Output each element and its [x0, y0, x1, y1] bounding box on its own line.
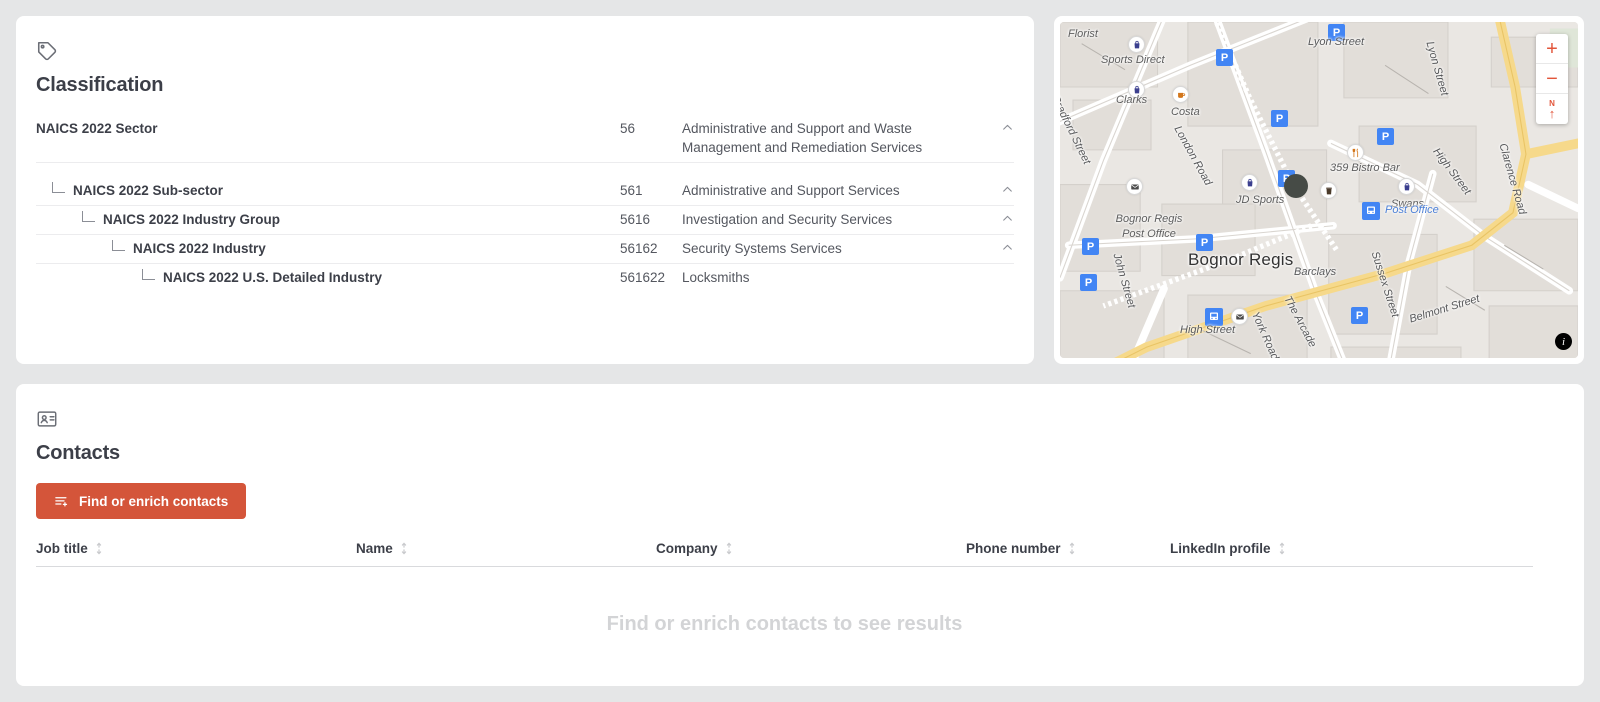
top-row: Classification NAICS 2022 Sector 56 Admi… — [16, 16, 1584, 364]
classification-row-label: NAICS 2022 Industry — [36, 239, 620, 258]
tree-elbow-icon — [142, 269, 155, 280]
classification-code: 561 — [620, 183, 643, 198]
shopping-bag-icon[interactable] — [1128, 36, 1145, 53]
column-header-name[interactable]: Name — [356, 541, 656, 556]
map-zoom-in-button[interactable]: + — [1536, 34, 1568, 64]
column-header-label: Company — [656, 541, 718, 556]
sort-icon[interactable] — [1068, 542, 1076, 555]
contacts-card: Contacts Find or enrich contacts Job tit… — [16, 384, 1584, 686]
classification-description: Locksmiths — [682, 270, 750, 285]
sort-icon[interactable] — [95, 542, 103, 555]
map-compass-button[interactable]: N ↑ — [1536, 94, 1568, 124]
sort-icon[interactable] — [1278, 542, 1286, 555]
classification-description: Administrative and Support and Waste Man… — [682, 121, 923, 155]
parking-marker[interactable]: P — [1351, 307, 1368, 324]
tag-icon — [36, 40, 58, 62]
map-info-icon[interactable]: i — [1555, 333, 1572, 350]
classification-row-label: NAICS 2022 Sub-sector — [36, 181, 620, 200]
contact-card-icon — [36, 408, 58, 430]
column-header-label: LinkedIn profile — [1170, 541, 1271, 556]
classification-row-label: NAICS 2022 Industry Group — [36, 210, 620, 229]
contacts-table: Job title Name Company Phone number Link… — [36, 541, 1533, 636]
column-header-label: Name — [356, 541, 393, 556]
list-plus-icon — [54, 494, 69, 509]
classification-code: 56162 — [620, 241, 658, 256]
map-card[interactable]: P P P P P P P P P — [1054, 16, 1584, 364]
column-header-phone-number[interactable]: Phone number — [966, 541, 1170, 556]
selected-location-marker[interactable] — [1284, 174, 1308, 198]
parking-marker[interactable]: P — [1216, 49, 1233, 66]
parking-marker[interactable]: P — [1271, 110, 1288, 127]
mail-icon[interactable] — [1126, 178, 1143, 195]
classification-level-name: NAICS 2022 Sector — [36, 121, 158, 136]
classification-row[interactable]: NAICS 2022 Sub-sector 561 Administrative… — [36, 177, 1014, 206]
classification-level-name: NAICS 2022 Sub-sector — [73, 183, 224, 198]
classification-level-name: NAICS 2022 U.S. Detailed Industry — [163, 270, 383, 285]
page-title: Classification — [36, 74, 164, 96]
tree-elbow-icon — [52, 182, 65, 193]
chevron-placeholder — [992, 268, 1014, 270]
column-header-label: Phone number — [966, 541, 1061, 556]
waste-basket-icon[interactable] — [1320, 182, 1337, 199]
parking-marker[interactable]: P — [1080, 274, 1097, 291]
shopping-bag-icon[interactable] — [1241, 174, 1258, 191]
classification-row[interactable]: NAICS 2022 Industry 56162 Security Syste… — [36, 235, 1014, 264]
sort-icon[interactable] — [400, 542, 408, 555]
contacts-title: Contacts — [36, 442, 120, 464]
chevron-up-icon[interactable] — [992, 119, 1014, 134]
map-canvas[interactable]: P P P P P P P P P — [1060, 22, 1578, 358]
classification-description: Security Systems Services — [682, 241, 842, 256]
classification-row[interactable]: NAICS 2022 Industry Group 5616 Investiga… — [36, 206, 1014, 235]
shopping-bag-icon[interactable] — [1128, 81, 1145, 98]
column-header-job-title[interactable]: Job title — [36, 541, 356, 556]
compass-arrow-icon: ↑ — [1548, 106, 1556, 121]
classification-code: 5616 — [620, 212, 651, 227]
column-header-company[interactable]: Company — [656, 541, 966, 556]
map-zoom-out-button[interactable]: − — [1536, 64, 1568, 94]
bus-stop-marker[interactable] — [1362, 202, 1380, 220]
bus-stop-marker[interactable] — [1205, 308, 1223, 326]
classification-row-label: NAICS 2022 U.S. Detailed Industry — [36, 268, 620, 287]
sort-icon[interactable] — [725, 542, 733, 555]
chevron-up-icon[interactable] — [992, 210, 1014, 225]
classification-level-name: NAICS 2022 Industry — [133, 241, 266, 256]
column-header-linkedin-profile[interactable]: LinkedIn profile — [1170, 541, 1533, 556]
shopping-bag-icon[interactable] — [1398, 178, 1415, 195]
classification-level-name: NAICS 2022 Industry Group — [103, 212, 281, 227]
parking-marker[interactable]: P — [1377, 128, 1394, 145]
classification-row-label: NAICS 2022 Sector — [36, 119, 620, 138]
parking-marker[interactable]: P — [1328, 24, 1345, 41]
contacts-empty-state: Find or enrich contacts to see results — [606, 613, 963, 635]
page-root: Classification NAICS 2022 Sector 56 Admi… — [0, 0, 1600, 702]
find-or-enrich-contacts-label: Find or enrich contacts — [79, 493, 229, 509]
mail-icon[interactable] — [1231, 308, 1248, 325]
tree-elbow-icon — [112, 240, 125, 251]
chevron-up-icon[interactable] — [992, 239, 1014, 254]
tree-elbow-icon — [82, 211, 95, 222]
classification-code: 56 — [620, 121, 636, 136]
classification-card: Classification NAICS 2022 Sector 56 Admi… — [16, 16, 1034, 364]
classification-row[interactable]: NAICS 2022 Sector 56 Administrative and … — [36, 115, 1014, 163]
find-or-enrich-contacts-button[interactable]: Find or enrich contacts — [36, 483, 247, 519]
map-controls: + − N ↑ — [1536, 34, 1568, 124]
column-header-label: Job title — [36, 541, 88, 556]
coffee-cup-icon[interactable] — [1172, 86, 1189, 103]
parking-marker[interactable]: P — [1082, 238, 1099, 255]
restaurant-icon[interactable] — [1347, 144, 1364, 161]
classification-row[interactable]: NAICS 2022 U.S. Detailed Industry 561622… — [36, 264, 1014, 292]
contacts-table-header: Job title Name Company Phone number Link… — [36, 541, 1533, 567]
classification-code: 561622 — [620, 270, 666, 285]
classification-description: Administrative and Support Services — [682, 183, 900, 198]
chevron-up-icon[interactable] — [992, 181, 1014, 196]
classification-description: Investigation and Security Services — [682, 212, 893, 227]
parking-marker[interactable]: P — [1196, 234, 1213, 251]
classification-list: NAICS 2022 Sector 56 Administrative and … — [36, 115, 1014, 292]
